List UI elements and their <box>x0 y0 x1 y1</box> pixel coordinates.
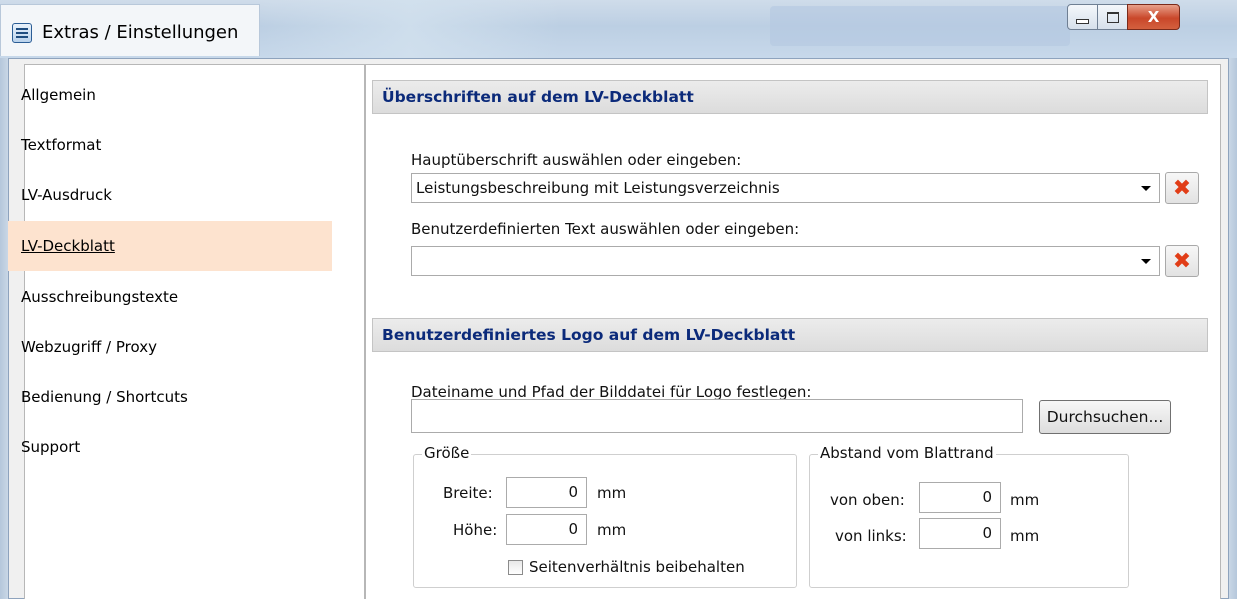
settings-app-icon <box>12 23 32 43</box>
window-title: Extras / Einstellungen <box>42 22 239 43</box>
main-heading-label: Hauptüberschrift auswählen oder eingeben… <box>411 151 742 169</box>
logo-path-input[interactable] <box>411 399 1023 433</box>
keep-aspect-ratio-label[interactable]: Seitenverhältnis beibehalten <box>529 558 745 576</box>
background-blur <box>770 6 1070 46</box>
height-input[interactable]: 0 <box>506 514 587 545</box>
margin-left-input[interactable]: 0 <box>919 518 1001 549</box>
browse-button[interactable]: Durchsuchen... <box>1039 400 1171 434</box>
window-border-right <box>1229 58 1237 599</box>
margin-left-unit: mm <box>1010 527 1040 545</box>
chevron-down-icon[interactable] <box>1141 259 1151 264</box>
window-border-left <box>0 58 8 599</box>
clear-main-heading-button[interactable]: ✖ <box>1165 172 1199 204</box>
sidebar-item-support[interactable]: Support <box>8 422 332 472</box>
custom-text-combobox[interactable] <box>411 246 1160 276</box>
clear-custom-text-button[interactable]: ✖ <box>1165 245 1199 277</box>
sidebar-item-textformat[interactable]: Textformat <box>8 120 332 170</box>
main-heading-value: Leistungsbeschreibung mit Leistungsverze… <box>416 179 780 197</box>
maximize-icon <box>1106 11 1119 23</box>
delete-x-icon: ✖ <box>1172 175 1192 201</box>
sidebar-item-allgemein[interactable]: Allgemein <box>8 70 332 120</box>
minimize-button[interactable] <box>1067 4 1098 30</box>
section-header-headings: Überschriften auf dem LV-Deckblatt <box>372 80 1208 114</box>
close-button[interactable]: X <box>1127 4 1180 30</box>
sidebar-item-bedienung-shortcuts[interactable]: Bedienung / Shortcuts <box>8 372 332 422</box>
custom-text-label: Benutzerdefinierten Text auswählen oder … <box>411 220 800 238</box>
sidebar-item-lv-deckblatt[interactable]: LV-Deckblatt <box>8 221 332 271</box>
maximize-button[interactable] <box>1097 4 1128 30</box>
width-label: Breite: <box>443 484 493 502</box>
margin-left-label: von links: <box>835 527 907 545</box>
minimize-icon <box>1076 18 1089 24</box>
keep-aspect-ratio-checkbox[interactable] <box>508 560 523 575</box>
sidebar-item-lv-ausdruck[interactable]: LV-Ausdruck <box>8 170 332 220</box>
margin-top-unit: mm <box>1010 491 1040 509</box>
sidebar-item-webzugriff-proxy[interactable]: Webzugriff / Proxy <box>8 322 332 372</box>
delete-x-icon: ✖ <box>1172 248 1192 274</box>
height-label: Höhe: <box>453 521 498 539</box>
background-blur <box>260 0 560 58</box>
size-group-title: Größe <box>422 444 472 462</box>
chevron-down-icon[interactable] <box>1141 186 1151 191</box>
section-header-logo: Benutzerdefiniertes Logo auf dem LV-Deck… <box>372 318 1208 352</box>
width-input[interactable]: 0 <box>506 477 587 508</box>
margin-group-title: Abstand vom Blattrand <box>818 444 996 462</box>
title-bar[interactable]: Extras / Einstellungen X <box>0 0 1237 58</box>
main-heading-combobox[interactable]: Leistungsbeschreibung mit Leistungsverze… <box>411 173 1160 203</box>
height-unit: mm <box>597 521 627 539</box>
margin-top-input[interactable]: 0 <box>919 482 1001 513</box>
margin-top-label: von oben: <box>830 491 905 509</box>
width-unit: mm <box>597 484 627 502</box>
sidebar-item-ausschreibungstexte[interactable]: Ausschreibungstexte <box>8 272 332 322</box>
close-icon: X <box>1147 8 1160 26</box>
